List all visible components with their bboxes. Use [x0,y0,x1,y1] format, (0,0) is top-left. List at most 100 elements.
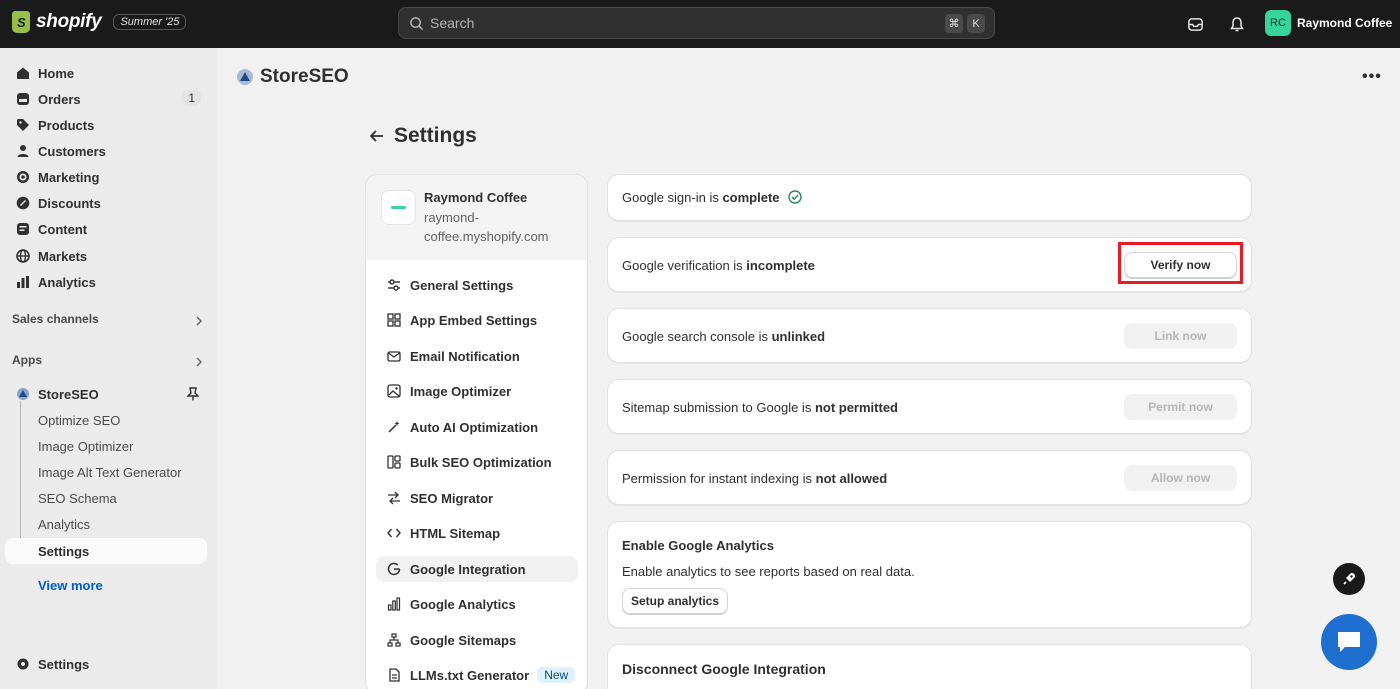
highlight-box [1118,242,1243,284]
sidebar-item-label: Customers [38,143,106,159]
sidebar-item-label: Home [38,65,75,81]
sidebar-subitem-analytics[interactable]: Analytics [38,517,90,532]
logo-text: shopify [36,11,102,32]
image-icon [386,384,401,399]
sidebar-item-settings[interactable]: Settings [5,651,207,677]
sidebar-item-label: Analytics [38,274,96,290]
menu-item-label: General Settings [410,277,514,293]
menu-item-app-embed[interactable]: App Embed Settings [376,307,578,333]
chevron-right-icon [196,357,202,367]
sidebar-subitem-image-optimizer[interactable]: Image Optimizer [38,439,133,454]
signin-status-text: Google sign-in is complete [622,190,802,205]
pin-icon[interactable] [187,387,199,401]
menu-item-label: Bulk SEO Optimization [410,454,552,470]
sidebar-subitem-settings[interactable]: Settings [38,544,89,559]
search-console-card: Google search console is unlinked Link n… [607,308,1252,363]
sidebar-item-products[interactable]: Products [5,112,207,138]
sidebar-subitem-seo-schema[interactable]: SEO Schema [38,491,117,506]
menu-item-seo-migrator[interactable]: SEO Migrator [376,485,578,511]
instant-indexing-card: Permission for instant indexing is not a… [607,450,1252,505]
bell-icon[interactable] [1226,13,1248,35]
menu-item-auto-ai[interactable]: Auto AI Optimization [376,414,578,440]
analytics-card-title: Enable Google Analytics [622,538,774,553]
menu-item-html-sitemap[interactable]: HTML Sitemap [376,520,578,546]
shopify-bag-icon [12,11,30,33]
tree-line [20,401,21,548]
person-icon [15,144,30,159]
allow-now-button[interactable]: Allow now [1124,465,1237,491]
verification-status: incomplete [746,258,815,273]
sidebar-item-analytics[interactable]: Analytics [5,269,207,295]
sales-channels-section[interactable]: Sales channels [12,312,207,326]
sidebar-item-discounts[interactable]: Discounts [5,190,207,216]
chevron-right-icon [196,316,202,326]
link-now-button[interactable]: Link now [1124,323,1237,349]
verification-status-text: Google verification is incomplete [622,258,815,273]
menu-item-google-analytics[interactable]: Google Analytics [376,591,578,617]
signin-status: complete [722,190,780,205]
menu-item-llms-txt[interactable]: LLMs.txt Generator New [376,662,578,688]
sitemap-status-text: Sitemap submission to Google is not perm… [622,400,898,415]
globe-icon [15,249,30,264]
sidebar-subitem-optimize-seo[interactable]: Optimize SEO [38,413,120,428]
sliders-icon [386,278,401,293]
rocket-help-button[interactable] [1333,563,1365,595]
view-more-link[interactable]: View more [38,578,103,593]
sidebar-item-storeseo[interactable]: StoreSEO [5,381,207,407]
sidebar-item-marketing[interactable]: Marketing [5,164,207,190]
bar-chart-icon [15,275,30,290]
apps-label: Apps [12,353,42,367]
rocket-icon [1343,573,1355,585]
storeseo-app-icon [15,387,30,402]
app-header: StoreSEO [236,66,349,88]
menu-item-google-sitemaps[interactable]: Google Sitemaps [376,627,578,653]
menu-item-google-integration[interactable]: Google Integration [376,556,578,582]
shortcut-key-k: K [967,14,985,33]
sidebar-subitem-alt-text[interactable]: Image Alt Text Generator [38,465,182,480]
sidebar-item-label: Marketing [38,169,100,185]
sitemap-icon [386,633,401,648]
sidebar-item-label: Content [38,221,88,237]
storeseo-app-icon [237,69,253,85]
sidebar-item-label: Orders [38,91,81,107]
store-logo [381,190,416,225]
search-input[interactable] [430,15,930,31]
tag-icon [15,118,30,133]
search-bar[interactable]: ⌘ K [398,7,995,39]
sidebar-item-orders[interactable]: Orders 1 [5,86,207,112]
chat-button[interactable] [1321,614,1377,670]
menu-item-label: Google Sitemaps [410,632,517,648]
orders-count-badge: 1 [182,90,201,106]
menu-item-label: Image Optimizer [410,383,512,399]
menu-item-label: App Embed Settings [410,312,538,328]
sidebar-item-home[interactable]: Home [5,60,207,86]
menu-item-label: LLMs.txt Generator [410,667,530,683]
home-icon [15,66,30,81]
menu-item-bulk-seo[interactable]: Bulk SEO Optimization [376,449,578,475]
menu-item-image-optimizer[interactable]: Image Optimizer [376,378,578,404]
back-arrow-icon[interactable] [368,127,386,145]
apps-section[interactable]: Apps [12,353,207,367]
menu-item-general-settings[interactable]: General Settings [376,272,578,298]
shopify-logo[interactable]: shopify Summer '25 [12,11,187,33]
google-icon [386,562,401,577]
user-menu[interactable]: RC Raymond Coffee [1265,10,1392,36]
email-icon [386,349,401,364]
menu-item-label: Google Integration [410,561,526,577]
inbox-icon[interactable] [1184,13,1206,35]
discount-icon [15,196,30,211]
sidebar-item-markets[interactable]: Markets [5,243,207,269]
sidebar-item-label: StoreSEO [38,386,99,402]
menu-item-email-notification[interactable]: Email Notification [376,343,578,369]
permit-now-button[interactable]: Permit now [1124,394,1237,420]
gear-icon [15,657,30,672]
search-icon [410,16,424,30]
setup-analytics-button[interactable]: Setup analytics [622,588,728,614]
sidebar-item-customers[interactable]: Customers [5,138,207,164]
console-status: unlinked [771,329,826,344]
file-icon [386,668,401,683]
settings-menu-card: Raymond Coffee raymond-coffee.myshopify.… [365,174,588,689]
more-actions-icon[interactable]: ••• [1362,68,1382,86]
sidebar-item-content[interactable]: Content [5,216,207,242]
avatar: RC [1265,10,1291,36]
